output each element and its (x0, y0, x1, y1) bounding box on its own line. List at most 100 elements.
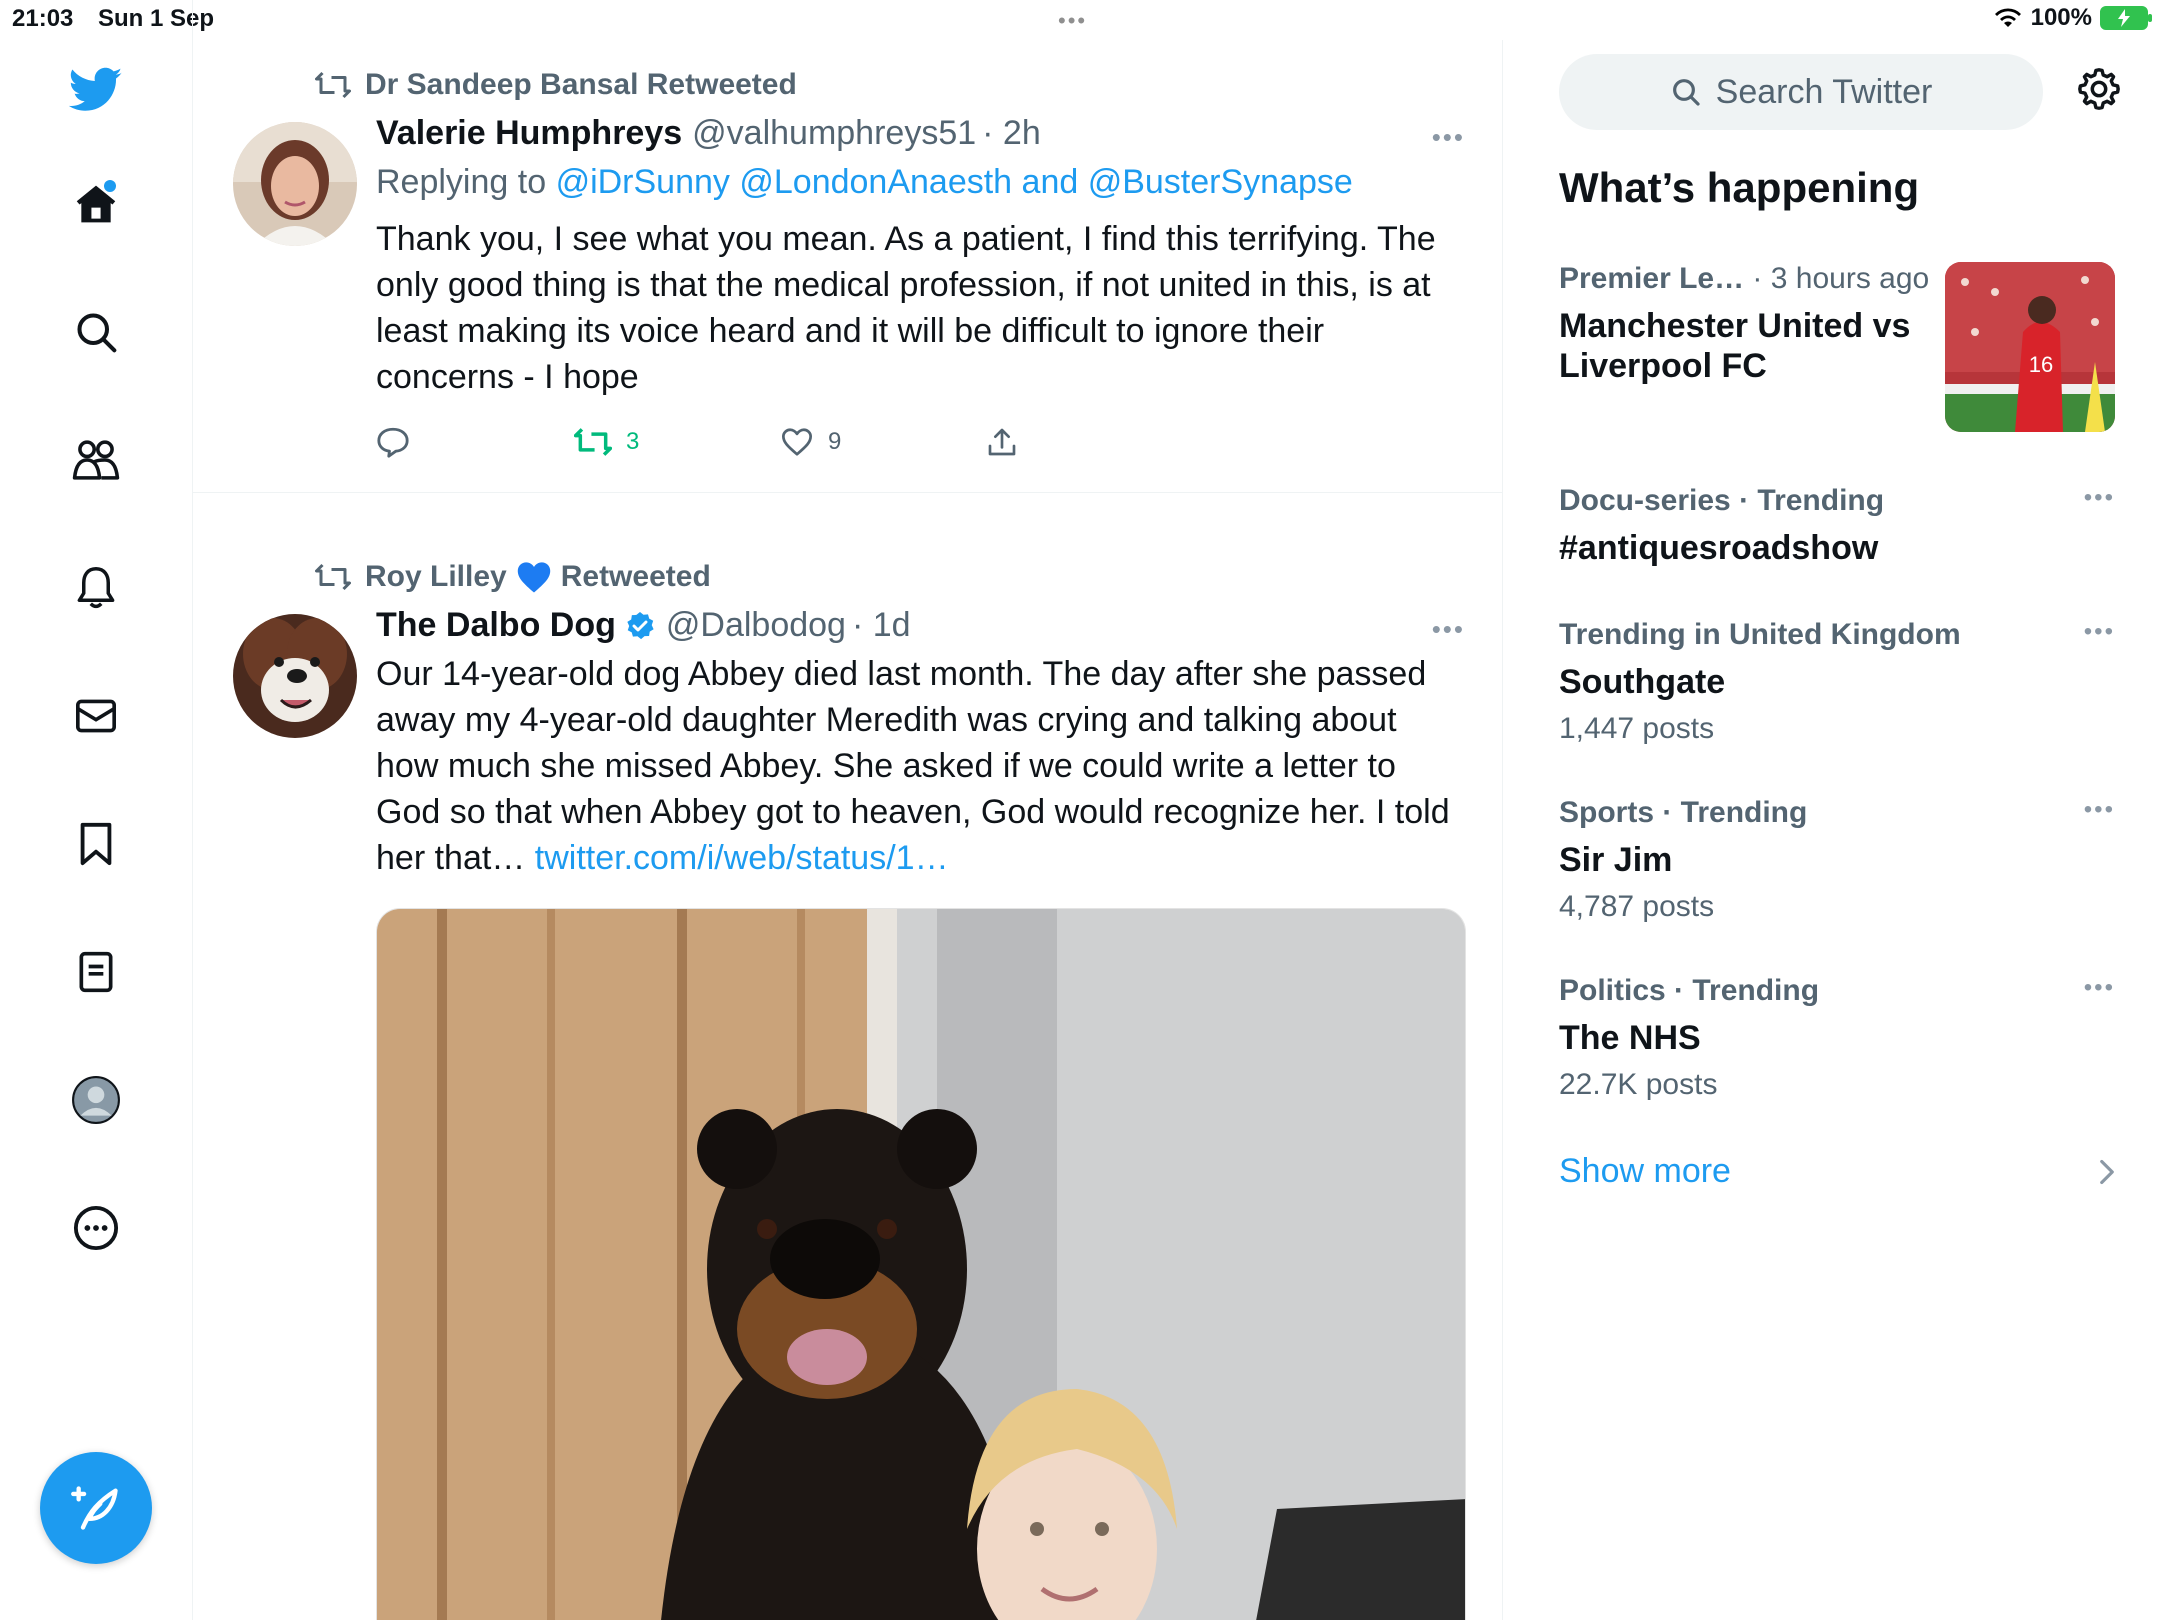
trend-category: Trending in United Kingdom (1559, 618, 1961, 651)
trend-title: #antiquesroadshow (1559, 529, 1879, 567)
tweet-content: Valerie Humphreys @valhumphreys51 · 2h •… (376, 114, 1465, 400)
trend-category: Politics · Trending (1559, 974, 1820, 1007)
tweet-time[interactable]: · 2h (982, 114, 1041, 153)
like-button[interactable]: 9 (780, 427, 986, 457)
retweet-icon (315, 563, 351, 591)
retweet-context: Roy Lilley Retweeted (315, 560, 711, 594)
search-placeholder: Search Twitter (1715, 72, 1933, 111)
trend-meta: Docu-series · Trending (1559, 484, 2115, 518)
trend-item[interactable]: Premier Le… · 3 hours ago Manchester Uni… (1559, 262, 2115, 432)
retweet-button[interactable]: 3 (574, 426, 780, 458)
retweet-context-suffix: Retweeted (560, 560, 711, 593)
lists-icon[interactable] (60, 936, 132, 1008)
retweet-icon (574, 428, 612, 456)
notifications-icon[interactable] (60, 552, 132, 624)
trend-more-icon[interactable]: ••• (2084, 974, 2115, 1002)
compose-tweet-button[interactable] (40, 1452, 152, 1564)
heart-icon (782, 428, 812, 456)
chevron-right-icon (2100, 1159, 2114, 1185)
tweet-text: Our 14-year-old dog Abbey died last mont… (376, 651, 1465, 881)
blue-heart-icon (517, 562, 550, 593)
trend-more-icon[interactable]: ••• (2084, 618, 2115, 646)
author-name[interactable]: The Dalbo Dog (376, 606, 616, 645)
status-right: 100% (1993, 4, 2152, 32)
tweet-actions: 3 9 (376, 426, 1018, 458)
trend-time: · 3 hours ago (1744, 262, 1930, 295)
reply-prefix: Replying to (376, 163, 547, 201)
verified-badge-icon (627, 611, 654, 639)
trend-title: The NHS (1559, 1019, 1701, 1057)
retweet-context-name[interactable]: Roy Lilley (365, 560, 507, 594)
reply-button[interactable] (376, 426, 574, 458)
tweet[interactable]: Roy Lilley Retweeted The Dalbo Dog @Dalb… (193, 494, 1502, 1620)
svg-text:16: 16 (2029, 352, 2053, 377)
retweet-count: 3 (626, 428, 640, 455)
trend-item[interactable]: Sports · Trending Sir Jim 4,787 posts ••… (1559, 796, 2115, 924)
search-icon (1672, 79, 1700, 106)
home-icon[interactable] (60, 168, 132, 240)
reply-handles-link[interactable]: @iDrSunny @LondonAnaesth and @BusterSyna… (556, 163, 1353, 201)
trend-category: Docu-series · Trending (1559, 484, 1885, 517)
tweet-more-icon[interactable]: ••• (1432, 122, 1465, 153)
tweet-link[interactable]: twitter.com/i/web/status/1… (535, 839, 949, 877)
trend-thumbnail-image[interactable]: 16 (1945, 262, 2115, 432)
trend-meta: Politics · Trending (1559, 974, 2115, 1008)
like-count: 9 (828, 428, 842, 455)
home-notification-dot (104, 180, 116, 192)
tweet-content: The Dalbo Dog @Dalbodog · 1d ••• Our 14-… (376, 606, 1465, 881)
trend-more-icon[interactable]: ••• (2084, 484, 2115, 512)
retweet-context-label[interactable]: Dr Sandeep Bansal Retweeted (365, 68, 797, 102)
messages-icon[interactable] (60, 680, 132, 752)
trend-meta: Sports · Trending (1559, 796, 2115, 830)
multitasking-dots-icon[interactable]: ••• (1058, 8, 1087, 34)
battery-icon (2100, 6, 2152, 30)
tweet[interactable]: Dr Sandeep Bansal Retweeted Valerie Hump… (193, 40, 1502, 493)
trend-category: Premier Le… (1559, 262, 1745, 295)
reply-context: Replying to @iDrSunny @LondonAnaesth and… (376, 163, 1465, 202)
avatar[interactable] (233, 122, 357, 246)
trend-title: Southgate (1559, 663, 1726, 701)
more-options-icon[interactable] (60, 1192, 132, 1264)
profile-avatar-icon[interactable] (60, 1064, 132, 1136)
search-input[interactable]: Search Twitter (1559, 54, 2043, 130)
tweet-more-icon[interactable]: ••• (1432, 614, 1465, 645)
show-more-link[interactable]: Show more (1559, 1152, 1731, 1191)
wifi-icon (1994, 8, 2021, 27)
trend-category: Sports · Trending (1559, 796, 1808, 829)
bookmarks-icon[interactable] (60, 808, 132, 880)
trend-item[interactable]: Politics · Trending The NHS 22.7K posts … (1559, 974, 2115, 1102)
author-name[interactable]: Valerie Humphreys (376, 114, 682, 153)
trend-title: Manchester United vs Liverpool FC (1559, 307, 1911, 385)
share-icon (988, 428, 1016, 456)
trend-item[interactable]: Docu-series · Trending #antiquesroadshow… (1559, 484, 2115, 568)
trend-count: 4,787 posts (1559, 890, 1715, 923)
share-button[interactable] (986, 426, 1018, 458)
right-sidebar: Search Twitter What’s happening Premier … (1504, 40, 2160, 1620)
avatar[interactable] (233, 614, 357, 738)
timeline[interactable]: Dr Sandeep Bansal Retweeted Valerie Hump… (193, 40, 1503, 1620)
search-icon[interactable] (60, 296, 132, 368)
tweet-header: Valerie Humphreys @valhumphreys51 · 2h (376, 114, 1465, 153)
tweet-header: The Dalbo Dog @Dalbodog · 1d (376, 606, 1465, 645)
trend-meta: Trending in United Kingdom (1559, 618, 2115, 652)
trend-more-icon[interactable]: ••• (2084, 796, 2115, 824)
retweet-icon (315, 71, 351, 99)
tweet-text: Thank you, I see what you mean. As a pat… (376, 220, 1436, 396)
twitter-logo-icon[interactable] (60, 54, 132, 126)
retweet-context: Dr Sandeep Bansal Retweeted (315, 68, 797, 102)
tweet-time[interactable]: · 1d (852, 606, 911, 645)
status-bar: 21:03 Sun 1 Sep ••• 100% (0, 0, 2160, 40)
tweet-media-image[interactable] (376, 908, 1466, 1620)
trend-item[interactable]: Trending in United Kingdom Southgate 1,4… (1559, 618, 2115, 746)
compose-feather-icon (71, 1486, 118, 1530)
whats-happening-title: What’s happening (1559, 164, 1920, 211)
trend-title: Sir Jim (1559, 841, 1673, 879)
author-handle[interactable]: @Dalbodog (666, 606, 846, 645)
trend-count: 1,447 posts (1559, 712, 1715, 745)
trend-count: 22.7K posts (1559, 1068, 1718, 1101)
reply-icon (377, 427, 409, 458)
left-navigation (0, 0, 193, 1620)
settings-gear-icon[interactable] (2076, 66, 2122, 117)
author-handle[interactable]: @valhumphreys51 (692, 114, 976, 153)
communities-icon[interactable] (60, 424, 132, 496)
